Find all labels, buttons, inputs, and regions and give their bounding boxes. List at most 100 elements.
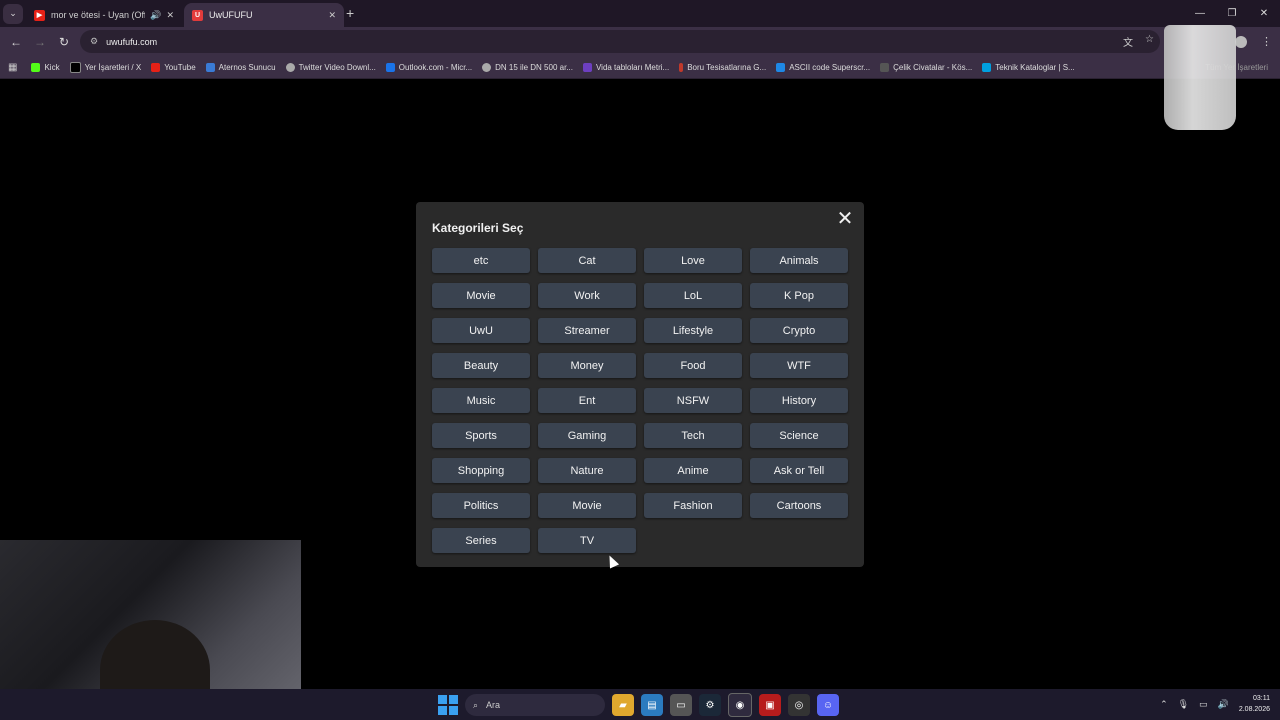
bookmark-item[interactable]: Boru Tesisatlarına G... — [679, 62, 766, 72]
clock[interactable]: 03:11 2.08.2026 — [1239, 693, 1270, 715]
bookmark-item[interactable]: Twitter Video Downl... — [285, 62, 376, 72]
site-info-icon[interactable]: ⚙ — [90, 36, 98, 47]
globe-icon — [482, 62, 492, 72]
category-button[interactable]: Crypto — [750, 318, 848, 343]
category-button[interactable]: Streamer — [538, 318, 636, 343]
close-tab-icon[interactable]: ✕ — [328, 10, 336, 21]
tab-title: UwUFUFU — [209, 10, 253, 20]
category-button[interactable]: Cartoons — [750, 493, 848, 518]
bookmark-item[interactable]: Yer İşaretleri / X — [69, 61, 142, 73]
category-button[interactable]: Ent — [538, 388, 636, 413]
catalog-icon — [982, 62, 992, 72]
tab-title: mor ve ötesi - Uyan (Officia — [51, 10, 146, 20]
category-button[interactable]: Love — [644, 248, 742, 273]
category-button[interactable]: UwU — [432, 318, 530, 343]
category-button[interactable]: Work — [538, 283, 636, 308]
category-button[interactable]: Tech — [644, 423, 742, 448]
back-icon[interactable]: ← — [4, 35, 28, 49]
category-button[interactable]: Lifestyle — [644, 318, 742, 343]
close-icon[interactable]: ✕ — [834, 208, 856, 230]
address-bar[interactable]: ⚙ uwufufu.com 文 ☆ — [80, 30, 1160, 53]
uwufufu-favicon-icon: U — [192, 9, 203, 21]
app-icon[interactable]: ▤ — [641, 694, 663, 716]
youtube-icon: ▶ — [34, 9, 45, 21]
clock-time: 03:11 — [1253, 695, 1270, 702]
category-button[interactable]: Cat — [538, 248, 636, 273]
category-button[interactable]: Fashion — [644, 493, 742, 518]
url-text: uwufufu.com — [106, 36, 158, 47]
bookmark-item[interactable]: Vida tabloları Metri... — [582, 62, 669, 72]
bookmark-item[interactable]: Teknik Kataloglar | S... — [982, 62, 1075, 72]
microphone-icon[interactable]: 🎙 — [1178, 699, 1189, 710]
bookmark-label: Outlook.com - Micr... — [398, 62, 473, 72]
category-button[interactable]: Science — [750, 423, 848, 448]
category-button[interactable]: Gaming — [538, 423, 636, 448]
network-icon[interactable]: ▭ — [1199, 699, 1208, 710]
chevron-up-icon[interactable]: ⌃ — [1160, 699, 1168, 710]
category-button[interactable]: TV — [538, 528, 636, 553]
profile-icon[interactable] — [1235, 35, 1247, 48]
bookmark-item[interactable]: YouTube — [151, 62, 196, 72]
category-button[interactable]: Animals — [750, 248, 848, 273]
bookmark-item[interactable]: Çelik Civatalar - Kös... — [880, 62, 972, 72]
close-tab-icon[interactable]: ✕ — [166, 10, 174, 21]
tab-search-button[interactable]: ⌄ — [3, 3, 23, 24]
steam-icon[interactable]: ⚙ — [699, 694, 721, 716]
taskbar: ⌕ Ara ▰ ▤ ▭ ⚙ ◉ ▣ ◎ ☺ ⌃ 🎙 ▭ 🔊 03:11 2.08… — [0, 689, 1280, 720]
category-button[interactable]: Music — [432, 388, 530, 413]
speaker-icon[interactable]: 🔊 — [150, 10, 161, 21]
windows-start-icon[interactable] — [438, 695, 458, 715]
bookmark-item[interactable]: Kick — [31, 62, 60, 72]
category-button[interactable]: Sports — [432, 423, 530, 448]
clock-date: 2.08.2026 — [1238, 706, 1270, 713]
category-button[interactable]: Food — [644, 353, 742, 378]
media-app-icon[interactable]: ▣ — [759, 694, 781, 716]
ascii-icon — [776, 62, 786, 72]
minimize-icon[interactable]: — — [1184, 0, 1216, 27]
tab-youtube[interactable]: ▶ mor ve ötesi - Uyan (Officia 🔊 ✕ — [26, 3, 182, 27]
category-button[interactable]: Movie — [432, 283, 530, 308]
bookmark-item[interactable]: DN 15 ile DN 500 ar... — [482, 62, 573, 72]
category-button[interactable]: Shopping — [432, 458, 530, 483]
bookmark-item[interactable]: Aternos Sunucu — [205, 62, 276, 72]
category-button[interactable]: LoL — [644, 283, 742, 308]
bookmark-label: Yer İşaretleri / X — [84, 62, 142, 72]
bookmark-label: DN 15 ile DN 500 ar... — [495, 62, 573, 72]
bookmark-label: ASCII code Superscr... — [789, 62, 871, 72]
glass-overlay — [1164, 25, 1236, 130]
tab-bar: ⌄ ▶ mor ve ötesi - Uyan (Officia 🔊 ✕ U U… — [0, 0, 1280, 27]
tab-uwufufu[interactable]: U UwUFUFU ✕ — [184, 3, 344, 27]
category-button[interactable]: Series — [432, 528, 530, 553]
maximize-icon[interactable]: ❐ — [1216, 0, 1248, 27]
youtube-icon — [151, 62, 161, 72]
bookmark-item[interactable]: Outlook.com - Micr... — [385, 62, 473, 72]
category-button[interactable]: Movie — [538, 493, 636, 518]
reload-icon[interactable]: ↻ — [52, 35, 76, 49]
taskbar-search[interactable]: ⌕ Ara — [465, 694, 605, 716]
category-button[interactable]: Nature — [538, 458, 636, 483]
category-button[interactable]: WTF — [750, 353, 848, 378]
category-button[interactable]: Money — [538, 353, 636, 378]
category-button[interactable]: Beauty — [432, 353, 530, 378]
terminal-icon[interactable]: ▭ — [670, 694, 692, 716]
file-explorer-icon[interactable]: ▰ — [612, 694, 634, 716]
apps-grid-icon[interactable]: ▦ — [8, 62, 17, 73]
category-button[interactable]: Ask or Tell — [750, 458, 848, 483]
discord-icon[interactable]: ☺ — [817, 694, 839, 716]
category-button[interactable]: K Pop — [750, 283, 848, 308]
category-button[interactable]: History — [750, 388, 848, 413]
volume-icon[interactable]: 🔊 — [1218, 699, 1229, 710]
category-button[interactable]: etc — [432, 248, 530, 273]
forward-icon[interactable]: → — [28, 35, 52, 49]
translate-icon[interactable]: 文 — [1123, 34, 1133, 49]
category-button[interactable]: Anime — [644, 458, 742, 483]
app-icon[interactable]: ◎ — [788, 694, 810, 716]
chrome-icon[interactable]: ◉ — [728, 693, 752, 717]
category-button[interactable]: NSFW — [644, 388, 742, 413]
bookmark-star-icon[interactable]: ☆ — [1145, 34, 1154, 49]
new-tab-button[interactable]: + — [346, 5, 354, 21]
menu-icon[interactable]: ⋮ — [1261, 35, 1272, 48]
close-window-icon[interactable]: ✕ — [1248, 0, 1280, 27]
category-button[interactable]: Politics — [432, 493, 530, 518]
bookmark-item[interactable]: ASCII code Superscr... — [776, 62, 871, 72]
